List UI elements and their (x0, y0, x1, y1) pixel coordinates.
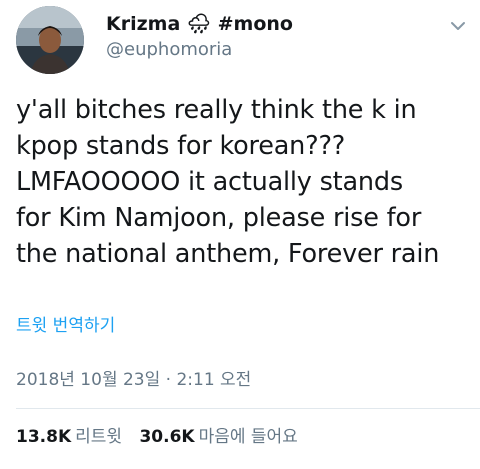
tweet-text: y'all bitches really think the k in kpop… (16, 95, 440, 269)
divider (16, 408, 480, 409)
tweet-stats: 13.8K 리트윗 30.6K 마음에 들어요 (16, 426, 310, 448)
tweet-header: Krizma 🌧 #mono @euphomoria (16, 6, 468, 76)
user-names: Krizma 🌧 #mono @euphomoria (106, 12, 293, 62)
retweets-count: 13.8K (16, 427, 72, 447)
chevron-down-icon[interactable] (448, 16, 468, 36)
avatar[interactable] (16, 6, 84, 74)
retweets-label: 리트윗 (75, 427, 123, 447)
user-handle[interactable]: @euphomoria (106, 38, 293, 62)
display-name[interactable]: Krizma 🌧 #mono (106, 12, 293, 36)
translate-tweet-link[interactable]: 트윗 번역하기 (16, 315, 115, 337)
avatar-image (16, 6, 84, 74)
likes-stat[interactable]: 30.6K 마음에 들어요 (139, 426, 297, 448)
retweets-stat[interactable]: 13.8K 리트윗 (16, 426, 122, 448)
tweet-card: Krizma 🌧 #mono @euphomoria y'all bitches… (0, 0, 480, 469)
likes-count: 30.6K (139, 427, 195, 447)
likes-label: 마음에 들어요 (198, 427, 298, 447)
tweet-timestamp[interactable]: 2018년 10월 23일 · 2:11 오전 (16, 369, 251, 391)
